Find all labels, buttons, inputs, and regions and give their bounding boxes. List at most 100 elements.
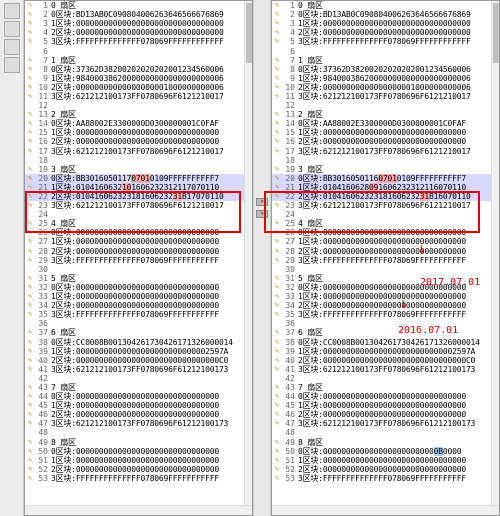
code-line[interactable]: 24 (272, 210, 499, 219)
code-line[interactable]: ✎233区块:621212100173FF0780696F6121210017 (25, 201, 252, 210)
merge-right-marker[interactable]: » (256, 210, 268, 218)
merge-left-marker[interactable]: « (256, 198, 268, 206)
code-line[interactable]: ✎91区块:98400038620000000000000000000006 (272, 74, 499, 83)
code-line[interactable]: 18 (272, 156, 499, 165)
code-line[interactable]: ✎200区块:BB301605011707010109FFFFFFFFFF7 (25, 174, 252, 183)
code-line[interactable]: ✎511区块:0000000000000000000000000000000 (25, 456, 252, 465)
code-line[interactable]: ✎140区块:AA88002E3300000D0300000001C0FAF (272, 119, 499, 128)
code-line[interactable]: ✎222区块:01041606232318160623231B17070110 (25, 192, 252, 201)
code-line[interactable]: ✎376 扇区 (25, 328, 252, 337)
code-line[interactable]: 42 (25, 374, 252, 383)
code-line[interactable]: ✎20区块:BD13AB0C090804006263646566676869 (25, 10, 252, 19)
code-line[interactable]: 12 (25, 101, 252, 110)
code-line[interactable]: ✎271区块:0000000000000000000000000000000 (272, 237, 499, 246)
code-line[interactable]: ✎451区块:0000000000000000000000000000000 (272, 401, 499, 410)
code-line[interactable]: ✎282区块:0000000000000000000000000000000 (272, 247, 499, 256)
scrollbar-vertical[interactable] (491, 1, 499, 515)
code-line[interactable]: ✎222区块:01041606232318160623231B16070110 (272, 192, 499, 201)
code-line[interactable]: ✎10 扇区 (25, 1, 252, 10)
code-line[interactable]: ✎533区块:FFFFFFFFFFFFFF078069FFFFFFFFFFF (25, 474, 252, 483)
code-line[interactable]: ✎132 扇区 (25, 110, 252, 119)
code-line[interactable]: 12 (272, 101, 499, 110)
code-line[interactable]: ✎10 扇区 (272, 1, 499, 10)
code-line[interactable]: ✎293区块:FFFFFFFFFFFFFF078069FFFFFFFFFFF (272, 256, 499, 265)
code-line[interactable]: ✎53区块:FFFFFFFFFFFFFF078069FFFFFFFFFFFF (272, 37, 499, 46)
scrollbar-horizontal[interactable] (272, 505, 499, 515)
code-line[interactable]: ✎260区块:0000000000000000000000000000000 (272, 228, 499, 237)
code-line[interactable]: ✎451区块:0000000000000000000000000000000 (25, 401, 252, 410)
code-line[interactable]: 30 (25, 265, 252, 274)
left-pane[interactable]: ✎10 扇区✎20区块:BD13AB0C09080400626364656667… (24, 0, 253, 516)
code-line[interactable]: ✎102区块:00000000000000000001000000000006 (272, 83, 499, 92)
code-line[interactable]: ✎391区块:00000000000000000000000000002597A (272, 347, 499, 356)
code-line[interactable]: ✎193 扇区 (25, 165, 252, 174)
code-line[interactable]: 24 (25, 210, 252, 219)
code-line[interactable]: ✎331区块:0000000000000000000000000000000 (272, 292, 499, 301)
code-line[interactable]: ✎200区块:BB301605011607010109FFFFFFFFFF7 (272, 174, 499, 183)
code-line[interactable]: ✎211区块:0104160632101606232312117070110 (25, 183, 252, 192)
code-line[interactable]: ✎380区块:CC0008B00130426173042617132600001… (272, 337, 499, 346)
code-line[interactable]: ✎437 扇区 (25, 383, 252, 392)
code-line[interactable]: ✎20区块:BD13AB0C090804006263646566676869 (272, 10, 499, 19)
gutter-button[interactable] (4, 57, 20, 73)
code-line[interactable]: ✎342区块:0000000000000000000000000000000 (272, 301, 499, 310)
code-line[interactable]: ✎151区块:0000000000000000000000000000000 (272, 128, 499, 137)
code-line[interactable]: ✎193 扇区 (272, 165, 499, 174)
code-line[interactable]: ✎413区块:621212100173FF0780696F61212100173 (272, 365, 499, 374)
code-line[interactable]: ✎331区块:0000000000000000000000000000000 (25, 292, 252, 301)
code-line[interactable]: 36 (272, 319, 499, 328)
code-line[interactable]: ✎102区块:00000000000000000001000000000006 (25, 83, 252, 92)
gutter-button[interactable] (4, 39, 20, 55)
code-line[interactable]: ✎71 扇区 (272, 56, 499, 65)
scrollbar-thumb[interactable] (493, 3, 499, 63)
code-line[interactable]: ✎440区块:0000000000000000000000000000000 (25, 392, 252, 401)
gutter-button[interactable] (4, 3, 20, 19)
right-pane[interactable]: ✎10 扇区✎20区块:BD13AB0C09080400626364656667… (271, 0, 500, 516)
code-line[interactable]: ✎413区块:621212100173FF0780696F61212100173 (25, 365, 252, 374)
code-line[interactable]: ✎271区块:0000000000000000000000000000000 (25, 237, 252, 246)
code-line[interactable]: ✎437 扇区 (272, 383, 499, 392)
code-line[interactable]: ✎162区块:0000000000000000000000000000000 (272, 137, 499, 146)
code-line[interactable]: ✎31区块:00000000000000000000000000000000 (272, 19, 499, 28)
code-line[interactable]: 30 (272, 265, 499, 274)
code-line[interactable]: ✎282区块:0000000000000000000000000000000 (25, 247, 252, 256)
code-line[interactable]: ✎402区块:0000000000000000000000000000000C0 (272, 356, 499, 365)
code-line[interactable]: ✎42区块:00000000000000000000000000000000 (25, 28, 252, 37)
code-line[interactable]: ✎151区块:0000000000000000000000000000000 (25, 128, 252, 137)
code-line[interactable]: ✎500区块:0000000000000000000000000B0000 (272, 447, 499, 456)
code-line[interactable]: ✎402区块:0000000000000000000000000000000C0 (25, 356, 252, 365)
code-line[interactable]: 48 (272, 428, 499, 437)
code-line[interactable]: ✎440区块:0000000000000000000000000000000 (272, 392, 499, 401)
code-line[interactable]: ✎533区块:FFFFFFFFFFFFFF078069FFFFFFFFFFF (272, 474, 499, 483)
code-line[interactable]: ✎462区块:0000000000000000000000000000000 (272, 410, 499, 419)
code-line[interactable]: 42 (272, 374, 499, 383)
code-line[interactable]: ✎522区块:0000000000000000000000000000000 (272, 465, 499, 474)
code-line[interactable]: ✎462区块:0000000000000000000000000000000 (25, 410, 252, 419)
code-line[interactable]: ✎473区块:621212100173FF0780696F61212100173 (25, 419, 252, 428)
code-line[interactable]: ✎353区块:FFFFFFFFFFFFFF078069FFFFFFFFFFF (25, 310, 252, 319)
code-line[interactable]: 6 (25, 46, 252, 55)
code-line[interactable]: ✎71 扇区 (25, 56, 252, 65)
code-line[interactable]: ✎211区块:0104160628091606232312116070110 (272, 183, 499, 192)
code-line[interactable]: ✎500区块:0000000000000000000000000000000 (25, 447, 252, 456)
code-line[interactable]: 18 (25, 156, 252, 165)
code-line[interactable]: ✎80区块:37362D38200202020202001234560006 (272, 65, 499, 74)
code-line[interactable]: ✎91区块:98400038620000000000000000000006 (25, 74, 252, 83)
code-line[interactable]: ✎353区块:FFFFFFFFFFFFFF078069FFFFFFFFFFF (272, 310, 499, 319)
code-line[interactable]: ✎80区块:37362D38200202020202001234560006 (25, 65, 252, 74)
code-line[interactable]: ✎140区块:AA88002E3300000D0300000001C0FAF (25, 119, 252, 128)
code-line[interactable]: ✎31区块:00000000000000000000000000000000 (25, 19, 252, 28)
code-line[interactable]: 48 (25, 428, 252, 437)
code-line[interactable]: ✎132 扇区 (272, 110, 499, 119)
code-line[interactable]: ✎113区块:621212100173FF0780696F6121210017 (272, 92, 499, 101)
code-line[interactable]: ✎473区块:621212100173FF0780696F61212100173 (272, 419, 499, 428)
code-line[interactable]: ✎42区块:00000000000000000000000000000000 (272, 28, 499, 37)
code-line[interactable]: ✎254 扇区 (25, 219, 252, 228)
code-line[interactable]: ✎254 扇区 (272, 219, 499, 228)
code-line[interactable]: ✎113区块:621212100173FF0780696F6121210017 (25, 92, 252, 101)
code-line[interactable]: 6 (272, 46, 499, 55)
scrollbar-vertical[interactable] (244, 1, 252, 515)
gutter-button[interactable] (4, 21, 20, 37)
code-line[interactable]: 36 (25, 319, 252, 328)
code-line[interactable]: ✎511区块:0000000000000000000000000000000 (272, 456, 499, 465)
